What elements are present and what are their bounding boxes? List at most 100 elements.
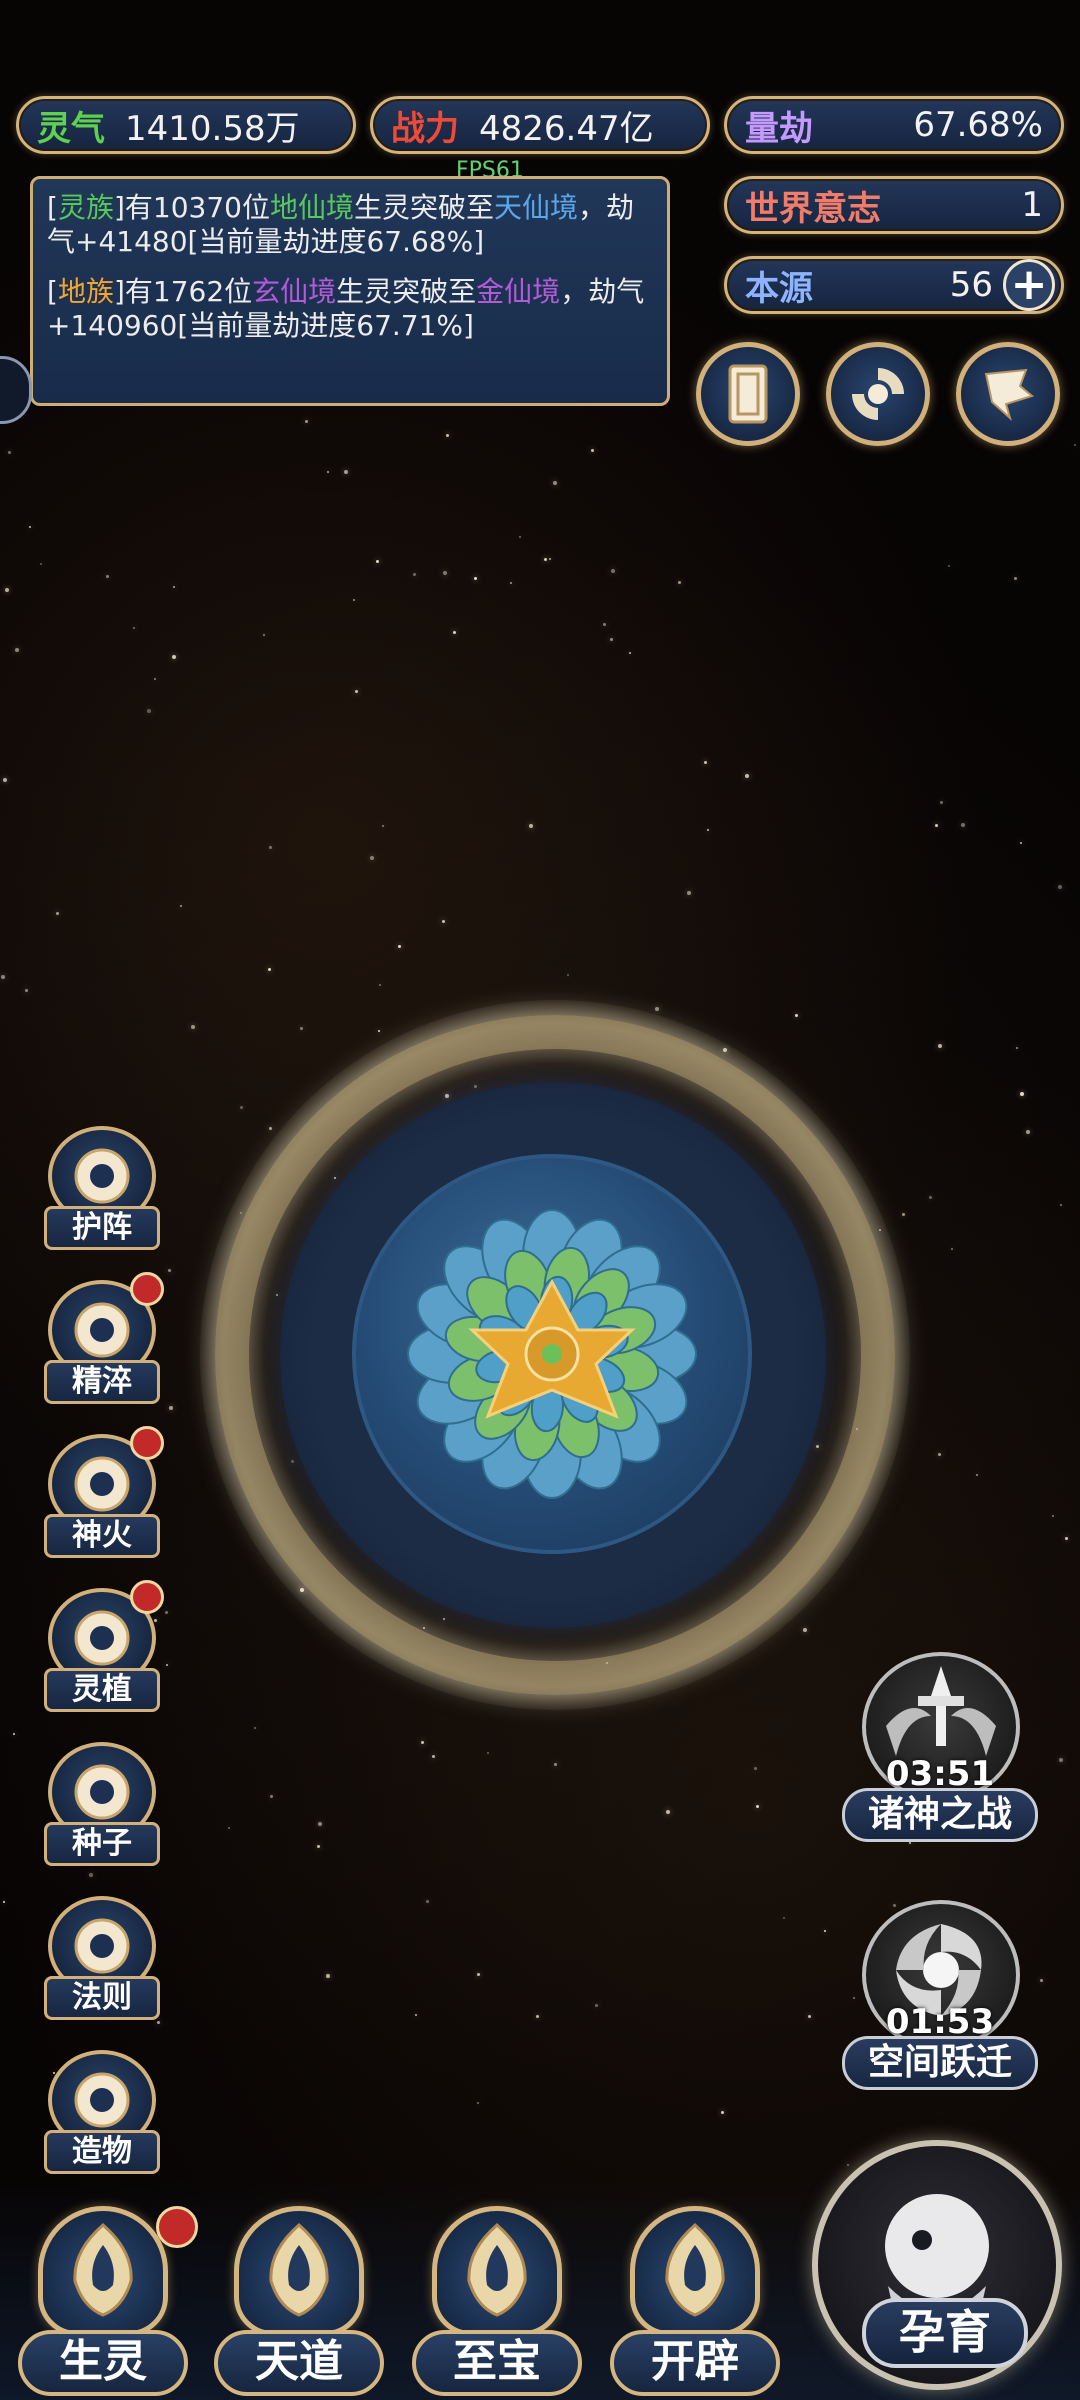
nav-tab-0[interactable]: 生灵 — [18, 2206, 198, 2396]
menu-rule-button[interactable]: 法则 — [40, 1896, 164, 2020]
star — [25, 989, 28, 992]
zhanli-value: 4826.47亿 — [479, 108, 654, 149]
menu-label: 神火 — [44, 1514, 160, 1558]
world-will-label: 世界意志 — [745, 188, 881, 229]
flag-button[interactable] — [956, 342, 1060, 446]
notification-dot — [130, 1580, 164, 1614]
world-planet[interactable] — [352, 1154, 752, 1554]
notification-dot — [130, 1426, 164, 1460]
world-will-value: 1 — [1021, 185, 1043, 225]
star — [106, 575, 109, 578]
log-text: 生灵突破至 — [336, 275, 477, 308]
war-of-gods-event[interactable]: 03:51 诸神之战 — [842, 1652, 1038, 1842]
star — [824, 1930, 826, 1932]
star — [89, 1873, 93, 1877]
card-button[interactable] — [696, 342, 800, 446]
star — [687, 891, 691, 895]
star — [610, 638, 613, 641]
star — [172, 655, 176, 659]
star — [40, 563, 42, 565]
star — [976, 1474, 978, 1476]
space-jump-event[interactable]: 01:53 空间跃迁 — [842, 1900, 1038, 2090]
star — [300, 1027, 303, 1030]
liangjie-pill[interactable]: 量劫 67.68% — [724, 96, 1064, 154]
nav-label: 生灵 — [18, 2330, 188, 2396]
card-icon — [728, 364, 768, 424]
star — [378, 1030, 380, 1032]
lingqi-label: 灵气 — [37, 108, 105, 149]
star — [721, 2111, 724, 2114]
menu-label: 法则 — [44, 1976, 160, 2020]
star — [228, 1827, 230, 1829]
star — [940, 801, 943, 804]
lingqi-value: 1410.58万 — [125, 108, 300, 149]
star — [1026, 1130, 1030, 1134]
star — [1014, 577, 1017, 580]
origin-pill[interactable]: 本源 56 + — [724, 256, 1064, 314]
star — [147, 709, 151, 713]
log-text: ]有1762位 — [113, 275, 253, 308]
star — [1074, 444, 1076, 446]
star — [240, 1106, 243, 1109]
star — [595, 2004, 598, 2007]
log-text: 生灵突破至 — [353, 191, 494, 224]
menu-seed-button[interactable]: 种子 — [40, 1742, 164, 1866]
log-text: [ — [47, 191, 58, 224]
star — [254, 1727, 256, 1729]
star — [549, 558, 551, 560]
star — [270, 1795, 273, 1798]
star — [536, 2015, 539, 2018]
message-log: [灵族]有10370位地仙境生灵突破至天仙境，劫气+41480[当前量劫进度67… — [30, 176, 670, 406]
star — [269, 1127, 272, 1130]
star — [1058, 885, 1062, 889]
race-name: 灵族 — [57, 191, 114, 224]
star — [327, 471, 329, 473]
liangjie-value: 67.68% — [913, 105, 1043, 145]
world-will-pill[interactable]: 世界意志 1 — [724, 176, 1064, 234]
star — [1016, 1047, 1018, 1049]
star — [133, 627, 135, 629]
menu-creation-button[interactable]: 造物 — [40, 2050, 164, 2174]
star — [169, 1406, 173, 1410]
star — [1020, 1092, 1024, 1096]
star — [544, 558, 547, 561]
star — [1065, 1537, 1068, 1540]
star — [317, 1845, 320, 1848]
star — [442, 920, 445, 923]
star — [263, 634, 265, 636]
menu-flame-lotus-button[interactable]: 精淬 — [40, 1272, 164, 1404]
star — [168, 1269, 171, 1272]
nav-tab-2[interactable]: 至宝 — [412, 2206, 582, 2396]
nav-crest-icon — [630, 2206, 760, 2336]
star — [487, 1752, 489, 1754]
menu-fire-button[interactable]: 神火 — [40, 1426, 164, 1558]
star — [326, 1974, 330, 1978]
nav-tab-3[interactable]: 开辟 — [610, 2206, 780, 2396]
star — [3, 778, 7, 782]
nurture-label[interactable]: 孕育 — [862, 2298, 1028, 2368]
lingqi-pill[interactable]: 灵气 1410.58万 — [16, 96, 356, 154]
star — [344, 470, 348, 474]
vortex-button[interactable] — [826, 342, 930, 446]
star — [754, 1767, 757, 1770]
star — [1040, 1979, 1043, 1982]
star — [13, 1733, 15, 1735]
star — [355, 690, 358, 693]
star — [453, 631, 456, 634]
star — [704, 761, 707, 764]
menu-taiji-button[interactable]: 护阵 — [40, 1126, 164, 1250]
race-name: 地族 — [57, 275, 114, 308]
lotus-continent-icon — [407, 1209, 698, 1500]
star — [426, 1900, 429, 1903]
nav-label: 天道 — [214, 2330, 384, 2396]
star — [948, 565, 950, 567]
star — [938, 1453, 941, 1456]
menu-label: 护阵 — [44, 1206, 160, 1250]
star — [165, 1611, 168, 1614]
star — [666, 1810, 670, 1814]
nav-tab-1[interactable]: 天道 — [214, 2206, 384, 2396]
add-origin-button[interactable]: + — [1003, 259, 1055, 311]
menu-plant-button[interactable]: 灵植 — [40, 1580, 164, 1712]
star — [519, 536, 521, 538]
zhanli-pill[interactable]: 战力 4826.47亿 — [370, 96, 710, 154]
